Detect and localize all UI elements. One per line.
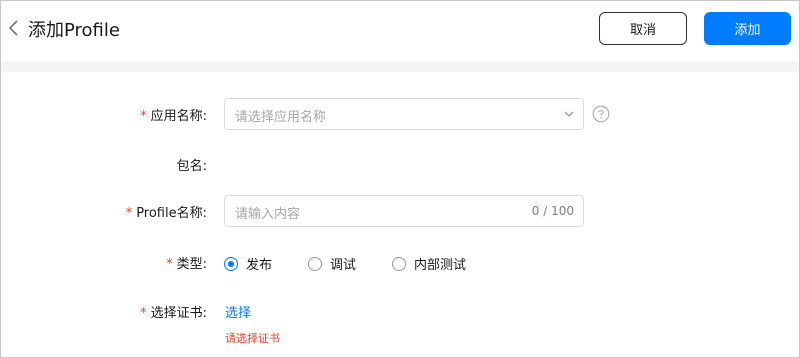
cancel-button[interactable]: 取消 <box>599 12 687 45</box>
page-title: 添加Profile <box>28 20 120 41</box>
certificate-label: * 选择证书: <box>140 302 207 321</box>
required-mark: * <box>140 306 147 321</box>
back-arrow-icon[interactable] <box>7 19 21 37</box>
radio-label: 发布 <box>246 258 273 273</box>
required-mark: * <box>125 206 133 221</box>
chevron-down-icon <box>564 111 574 117</box>
profile-name-placeholder: 请输入内容 <box>235 207 301 222</box>
certificate-label-text: 选择证书: <box>150 306 207 321</box>
app-name-label: * 应用名称: <box>140 105 207 124</box>
profile-name-label: * Profile名称: <box>126 202 207 221</box>
radio-debug[interactable]: 调试 <box>308 254 356 273</box>
required-mark: * <box>140 109 147 124</box>
type-label-text: 类型: <box>176 257 207 272</box>
header-divider <box>1 61 799 72</box>
page-header: 添加Profile 取消 添加 <box>1 1 799 61</box>
radio-label: 内部测试 <box>414 258 467 273</box>
required-mark: * <box>166 257 173 272</box>
profile-name-input[interactable]: 请输入内容 0 / 100 <box>224 195 584 227</box>
radio-label: 调试 <box>330 258 357 273</box>
radio-unselected-icon <box>308 256 322 271</box>
type-label: * 类型: <box>166 253 207 272</box>
radio-internal-test[interactable]: 内部测试 <box>392 254 466 273</box>
package-label-text: 包名: <box>176 159 207 174</box>
char-counter: 0 / 100 <box>531 204 574 218</box>
certificate-error-message: 请选择证书 <box>225 332 280 345</box>
radio-selected-icon <box>224 256 238 271</box>
app-name-label-text: 应用名称: <box>150 109 207 124</box>
app-name-select[interactable]: 请选择应用名称 <box>224 98 584 130</box>
add-profile-form: * 应用名称: 请选择应用名称 包名: * Profile名称: 请输入内容 0 /… <box>1 72 799 357</box>
radio-unselected-icon <box>392 256 406 271</box>
radio-release[interactable]: 发布 <box>224 254 272 273</box>
profile-name-label-text: Profile名称: <box>136 206 207 221</box>
select-certificate-link[interactable]: 选择 <box>225 302 251 321</box>
app-name-placeholder: 请选择应用名称 <box>235 110 327 125</box>
add-button[interactable]: 添加 <box>704 12 791 45</box>
help-icon[interactable] <box>592 105 610 123</box>
package-label: 包名: <box>177 155 207 174</box>
